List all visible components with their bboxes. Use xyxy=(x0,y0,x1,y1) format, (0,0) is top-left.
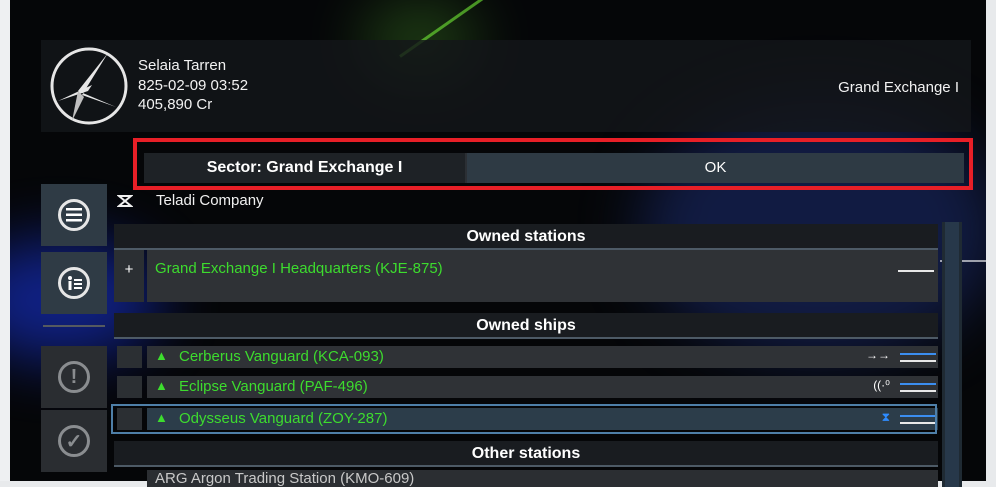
section-owned-stations: Owned stations xyxy=(114,224,938,250)
station-row[interactable]: Grand Exchange I Headquarters (KJE-875) xyxy=(147,250,938,302)
station-health-bar xyxy=(898,270,934,272)
scrollbar-thumb[interactable] xyxy=(945,222,959,487)
right-frame xyxy=(986,0,996,487)
ship-row-checkbox[interactable] xyxy=(117,376,142,398)
move-icon: →→ xyxy=(866,348,890,362)
sidebar-separator xyxy=(43,325,105,327)
shield-bar xyxy=(900,383,936,385)
selection-outline xyxy=(111,404,937,434)
ship-name: Cerberus Vanguard (KCA-093) xyxy=(179,348,384,365)
ship-row[interactable]: ▲ Eclipse Vanguard (PAF-496) ((·⁰ xyxy=(114,376,938,398)
game-datetime: 825-02-09 03:52 xyxy=(138,76,249,94)
sidebar-alert-button[interactable]: ! xyxy=(41,346,107,408)
other-station-name: ARG Argon Trading Station (KMO-609) xyxy=(155,470,415,487)
ship-name: Eclipse Vanguard (PAF-496) xyxy=(179,378,368,395)
credits: 405,890 Cr xyxy=(138,96,213,113)
left-frame xyxy=(0,0,10,487)
sidebar-info-button[interactable] xyxy=(41,252,107,314)
station-name: Grand Exchange I Headquarters (KJE-875) xyxy=(155,260,443,277)
teladi-faction-icon xyxy=(116,194,134,208)
info-icon xyxy=(58,267,90,299)
sidebar-menu-button[interactable] xyxy=(41,184,107,246)
shield-bar xyxy=(900,353,936,355)
hull-bar xyxy=(900,360,936,362)
player-name: Selaia Tarren xyxy=(138,57,227,74)
ship-row[interactable]: ▲ Cerberus Vanguard (KCA-093) →→ xyxy=(114,346,938,368)
section-other-stations: Other stations xyxy=(114,441,938,467)
ship-row-checkbox[interactable] xyxy=(117,346,142,368)
ship-class-icon: ▲ xyxy=(155,348,168,363)
scrollbar[interactable] xyxy=(942,222,962,487)
hull-bar xyxy=(900,390,936,392)
current-sector-label: Grand Exchange I xyxy=(838,79,959,96)
expand-station-button[interactable]: + xyxy=(114,250,144,302)
ship-class-icon: ▲ xyxy=(155,378,168,393)
sidebar-check-button[interactable]: ✓ xyxy=(41,410,107,472)
menu-list-icon xyxy=(58,199,90,231)
faction-logo-icon xyxy=(48,45,130,127)
player-info: Selaia Tarren 825-02-09 03:52 405,890 Cr xyxy=(138,56,248,115)
highlight-box xyxy=(133,138,973,190)
section-owned-ships: Owned ships xyxy=(114,313,938,339)
faction-name: Teladi Company xyxy=(156,192,264,209)
check-icon: ✓ xyxy=(58,425,90,457)
alert-icon: ! xyxy=(58,361,90,393)
signal-icon: ((·⁰ xyxy=(873,378,890,392)
